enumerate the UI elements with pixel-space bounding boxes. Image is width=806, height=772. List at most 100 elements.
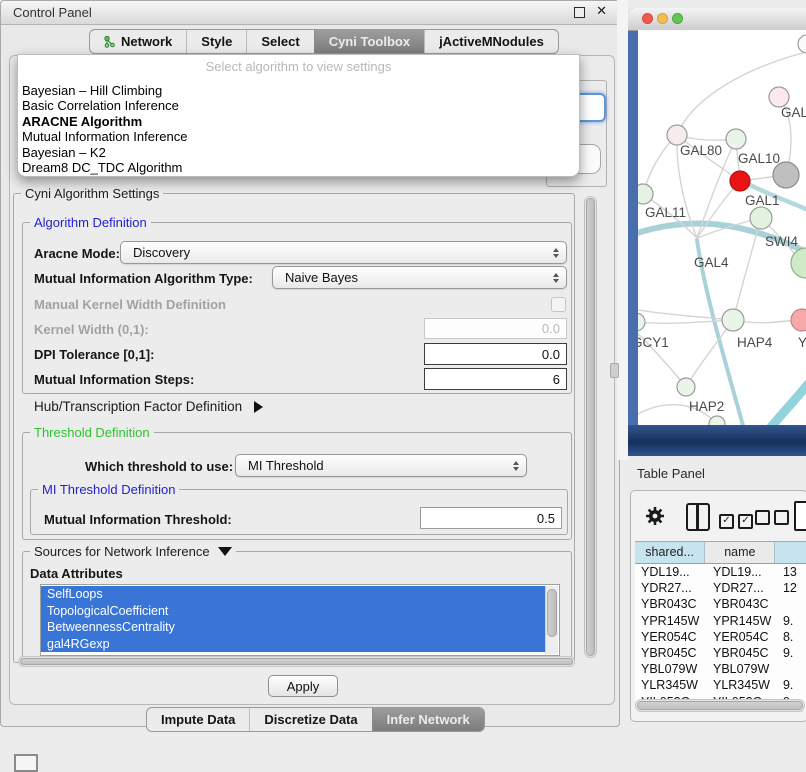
- data-attributes-list[interactable]: SelfLoops TopologicalCoefficient Between…: [40, 584, 560, 656]
- network-edge[interactable]: [638, 320, 733, 323]
- data-attributes-label: Data Attributes: [30, 566, 123, 581]
- aracne-mode-select[interactable]: Discovery: [120, 241, 567, 264]
- kernel-width-input[interactable]: 0.0: [424, 318, 567, 339]
- divider-grip-icon[interactable]: [610, 363, 619, 378]
- table-row[interactable]: YPR145WYPR145W9.: [635, 613, 806, 629]
- settings-hscrollbar[interactable]: [18, 656, 575, 667]
- list-scrollbar[interactable]: [545, 586, 558, 654]
- settings-vscrollbar-thumb[interactable]: [586, 198, 595, 656]
- list-item[interactable]: gal4RGexp: [41, 636, 546, 653]
- new-table-icon[interactable]: [794, 501, 806, 531]
- show-columns-icon[interactable]: ✓✓: [719, 510, 757, 529]
- list-scrollbar-thumb[interactable]: [547, 589, 557, 637]
- dropdown-item[interactable]: Bayesian – Hill Climbing: [18, 83, 579, 98]
- network-node[interactable]: [677, 378, 695, 396]
- algorithm-definition-title: Algorithm Definition: [30, 215, 151, 230]
- minimize-traffic-light[interactable]: [657, 13, 668, 24]
- panel-divider[interactable]: [617, 0, 628, 460]
- which-threshold-value: MI Threshold: [248, 458, 324, 473]
- mi-algorithm-type-select[interactable]: Naive Bayes: [272, 266, 567, 289]
- mi-steps-input[interactable]: 6: [424, 368, 567, 390]
- network-canvas[interactable]: GALGAL80GAL10GAL1GAL11SWI4GAL4GCY1HAP4YH…: [638, 30, 806, 425]
- dropdown-item[interactable]: Bayesian – K2: [18, 145, 579, 160]
- column-header-partial[interactable]: [775, 542, 806, 563]
- close-icon[interactable]: ✕: [596, 3, 607, 19]
- apply-button[interactable]: Apply: [268, 675, 338, 697]
- sources-group-title: Sources for Network Inference: [34, 544, 210, 559]
- network-window-titlebar[interactable]: [628, 8, 806, 31]
- network-canvas-container[interactable]: GALGAL80GAL10GAL1GAL11SWI4GAL4GCY1HAP4YH…: [638, 30, 806, 425]
- network-node[interactable]: [730, 171, 750, 191]
- network-view-window: GALGAL80GAL10GAL1GAL11SWI4GAL4GCY1HAP4YH…: [628, 8, 806, 456]
- hub-section-toggle[interactable]: Hub/Transcription Factor Definition: [34, 399, 263, 414]
- network-node-label: HAP2: [689, 399, 724, 414]
- network-node[interactable]: [722, 309, 744, 331]
- tab-infer-network[interactable]: Infer Network: [372, 708, 484, 731]
- column-header-name[interactable]: name: [705, 542, 775, 563]
- table-row[interactable]: YER054CYER054C8.: [635, 629, 806, 645]
- mi-threshold-input[interactable]: 0.5: [420, 507, 562, 529]
- expand-right-icon: [254, 401, 263, 413]
- manual-kernel-checkbox[interactable]: [551, 297, 566, 312]
- list-item[interactable]: TopologicalCoefficient: [41, 603, 546, 620]
- table-hscrollbar[interactable]: [635, 699, 805, 712]
- network-node-label: SWI4: [765, 234, 798, 249]
- table-row[interactable]: YBR043CYBR043C: [635, 596, 806, 612]
- network-node[interactable]: [798, 35, 806, 53]
- network-edge[interactable]: [766, 384, 806, 425]
- table-hscrollbar-thumb[interactable]: [637, 701, 803, 710]
- network-node[interactable]: [726, 129, 746, 149]
- table-body: YDL19...YDL19...13 YDR27...YDR27...12 YB…: [635, 564, 806, 710]
- network-node[interactable]: [638, 184, 653, 204]
- mi-threshold-definition-title: MI Threshold Definition: [38, 482, 179, 497]
- float-icon[interactable]: [574, 7, 585, 18]
- dpi-tolerance-input[interactable]: 0.0: [424, 343, 567, 365]
- column-header-shared-name[interactable]: shared...: [635, 542, 705, 563]
- network-edge[interactable]: [686, 320, 733, 387]
- network-edge[interactable]: [638, 308, 733, 320]
- table-row[interactable]: YDL19...YDL19...13: [635, 564, 806, 580]
- stepper-arrows-icon: [553, 267, 559, 288]
- node-table: shared... name YDL19...YDL19...13 YDR27.…: [635, 541, 806, 710]
- kernel-width-label: Kernel Width (0,1):: [34, 322, 149, 337]
- table-row[interactable]: YLR345WYLR345W9.: [635, 677, 806, 693]
- network-node[interactable]: [791, 309, 806, 331]
- hide-columns-icon[interactable]: [755, 510, 793, 530]
- list-item[interactable]: SelfLoops: [41, 586, 546, 603]
- tab-jactivemnodules[interactable]: jActiveMNodules: [424, 30, 558, 53]
- gear-icon[interactable]: [644, 505, 666, 527]
- close-traffic-light[interactable]: [642, 13, 653, 24]
- dropdown-item[interactable]: Mutual Information Inference: [18, 129, 579, 144]
- network-node[interactable]: [638, 313, 645, 331]
- settings-vscrollbar[interactable]: [584, 196, 597, 658]
- network-node[interactable]: [750, 207, 772, 229]
- columns-icon[interactable]: [686, 503, 710, 531]
- network-node-label: GCY1: [638, 335, 669, 350]
- tab-cyni-toolbox[interactable]: Cyni Toolbox: [314, 30, 424, 53]
- zoom-traffic-light[interactable]: [672, 13, 683, 24]
- list-item[interactable]: BetweennessCentrality: [41, 619, 546, 636]
- network-edge[interactable]: [733, 218, 761, 320]
- collapse-down-icon[interactable]: [218, 547, 232, 556]
- dropdown-prompt: Select algorithm to view settings: [18, 55, 579, 75]
- tab-select[interactable]: Select: [246, 30, 313, 53]
- stepper-arrows-icon: [553, 242, 559, 263]
- tab-style[interactable]: Style: [186, 30, 246, 53]
- network-node[interactable]: [769, 87, 789, 107]
- table-row[interactable]: YBR045CYBR045C9.: [635, 645, 806, 661]
- table-row[interactable]: YDR27...YDR27...12: [635, 580, 806, 596]
- settings-hscrollbar-thumb[interactable]: [20, 658, 573, 665]
- which-threshold-select[interactable]: MI Threshold: [235, 454, 527, 477]
- network-tab-icon: [104, 36, 116, 48]
- network-node[interactable]: [709, 416, 725, 425]
- tab-impute-data[interactable]: Impute Data: [147, 708, 249, 731]
- network-node[interactable]: [667, 125, 687, 145]
- dropdown-item[interactable]: Basic Correlation Inference: [18, 98, 579, 113]
- table-row[interactable]: YBL079WYBL079W: [635, 661, 806, 677]
- table-panel: ✓✓ shared... name YDL19...YDL19...13 YDR…: [630, 490, 806, 722]
- dropdown-item-selected[interactable]: ARACNE Algorithm: [18, 114, 579, 129]
- dropdown-item[interactable]: Dream8 DC_TDC Algorithm: [18, 160, 579, 175]
- tab-discretize-data[interactable]: Discretize Data: [249, 708, 371, 731]
- network-node-label: Y: [798, 335, 806, 350]
- tab-network[interactable]: Network: [90, 30, 186, 53]
